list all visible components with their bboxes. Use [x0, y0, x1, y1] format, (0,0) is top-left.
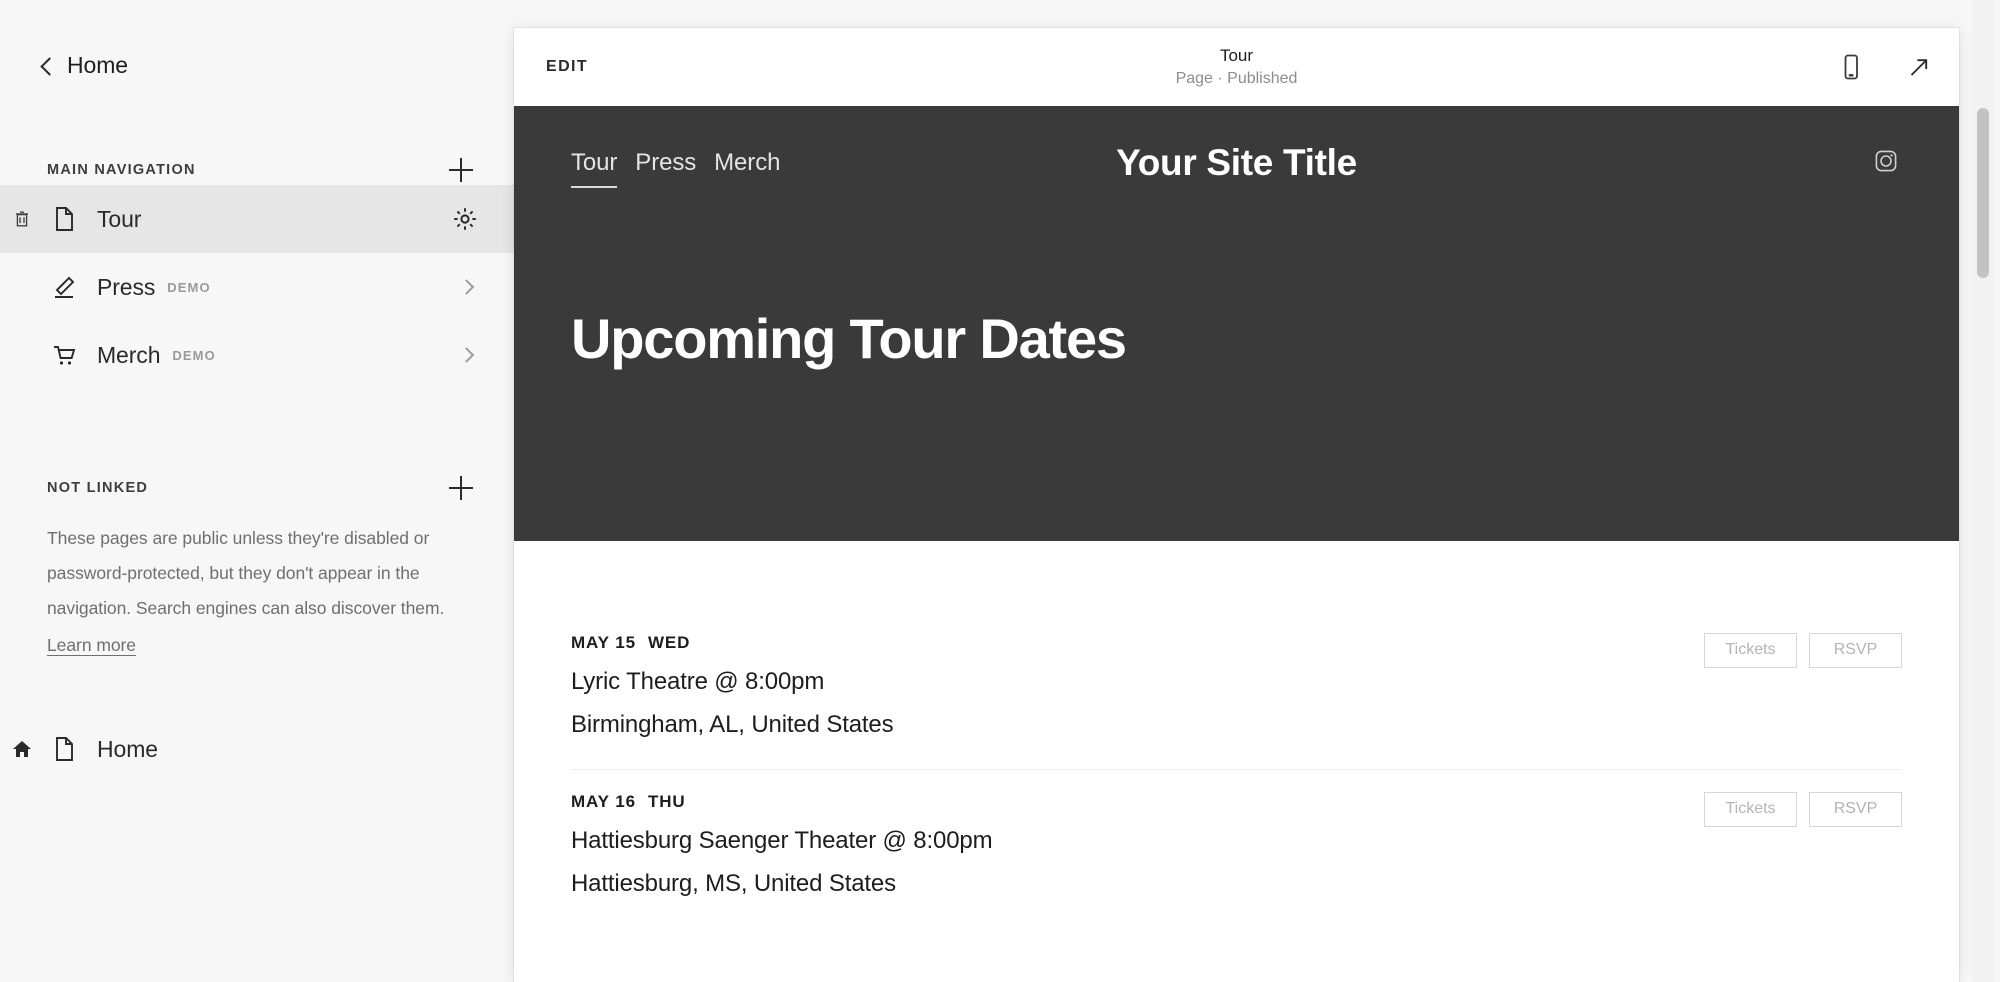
sidebar-item-press[interactable]: Press DEMO [0, 253, 514, 321]
page-scrollbar[interactable] [1972, 0, 1994, 982]
event-day-of-week: WED [647, 633, 691, 652]
tickets-button[interactable]: Tickets [1704, 633, 1797, 668]
event-actions: Tickets RSVP [1704, 792, 1902, 827]
sidebar-item-label: Press [97, 273, 156, 300]
house-icon [10, 737, 34, 761]
page-scrollbar-thumb[interactable] [1977, 108, 1989, 278]
main-navigation-section-header: Main Navigation [0, 155, 514, 185]
sidebar-item-tour[interactable]: Tour [0, 185, 514, 253]
page-icon [47, 732, 81, 766]
page-icon [47, 202, 81, 236]
event-venue: Hattiesburg Saenger Theater @ 8:00pm [571, 827, 993, 854]
preview-title-block: Tour Page · Published [514, 45, 1959, 90]
trash-icon[interactable] [12, 209, 32, 229]
preview-toolbar-actions [1837, 52, 1933, 82]
event-date-value: MAY 15 [571, 633, 636, 652]
pages-sidebar: Home Main Navigation [0, 0, 514, 982]
page-preview-panel: EDIT Tour Page · Published Tour Press Me… [514, 28, 1959, 982]
not-linked-title: Not Linked [47, 480, 149, 496]
demo-badge: DEMO [172, 347, 216, 363]
preview-toolbar: EDIT Tour Page · Published [514, 28, 1959, 106]
sidebar-item-label: Tour [97, 205, 142, 232]
tour-date-row: MAY 15 WED Lyric Theatre @ 8:00pm Birming… [571, 611, 1902, 769]
event-location: Hattiesburg, MS, United States [571, 870, 896, 897]
cart-icon [47, 338, 81, 372]
preview-page-title: Tour [1219, 45, 1254, 65]
event-date-value: MAY 16 [571, 792, 636, 811]
rsvp-button[interactable]: RSVP [1809, 792, 1902, 827]
page-heading: Upcoming Tour Dates [571, 307, 1127, 370]
mobile-preview-icon[interactable] [1837, 52, 1865, 82]
not-linked-section-header: Not Linked [0, 473, 514, 503]
feather-icon [47, 270, 81, 304]
event-day-of-week: THU [647, 792, 686, 811]
learn-more-link[interactable]: Learn more [47, 628, 136, 663]
event-actions: Tickets RSVP [1704, 633, 1902, 668]
rsvp-button[interactable]: RSVP [1809, 633, 1902, 668]
not-linked-description: These pages are public unless they're di… [0, 503, 514, 663]
app-root: Home Main Navigation [0, 0, 2000, 982]
gear-icon[interactable] [452, 206, 478, 232]
event-date: MAY 15 WED [571, 633, 1902, 653]
chevron-left-icon [38, 58, 54, 74]
add-not-linked-page-button[interactable] [446, 473, 476, 503]
tour-date-row: MAY 16 THU Hattiesburg Saenger Theater @ … [571, 769, 1902, 928]
site-title: Your Site Title [1116, 142, 1357, 183]
sidebar-item-label: Home [97, 735, 158, 762]
demo-badge: DEMO [167, 279, 211, 295]
event-date: MAY 16 THU [571, 792, 1902, 812]
add-main-navigation-page-button[interactable] [446, 155, 476, 185]
sidebar-item-home[interactable]: Home [0, 715, 514, 783]
tour-dates-list: MAY 15 WED Lyric Theatre @ 8:00pm Birming… [514, 541, 1959, 928]
edit-button[interactable]: EDIT [546, 58, 588, 76]
event-venue: Lyric Theatre @ 8:00pm [571, 668, 825, 695]
chevron-right-icon[interactable] [458, 347, 475, 363]
tickets-button[interactable]: Tickets [1704, 792, 1797, 827]
main-navigation-title: Main Navigation [47, 162, 196, 178]
sidebar-item-merch[interactable]: Merch DEMO [0, 321, 514, 389]
event-location: Birmingham, AL, United States [571, 711, 894, 738]
instagram-icon[interactable] [1873, 148, 1899, 174]
chevron-right-icon[interactable] [458, 279, 475, 295]
not-linked-description-text: These pages are public unless they're di… [47, 528, 445, 618]
site-header-band: Tour Press Merch Your Site Title Upcomin… [514, 106, 1959, 541]
preview-page-status: Page · Published [1175, 69, 1298, 87]
back-to-home-button[interactable]: Home [0, 0, 514, 79]
open-external-icon[interactable] [1905, 52, 1933, 82]
sidebar-item-label: Merch [97, 341, 161, 368]
back-button-label: Home [67, 52, 128, 78]
